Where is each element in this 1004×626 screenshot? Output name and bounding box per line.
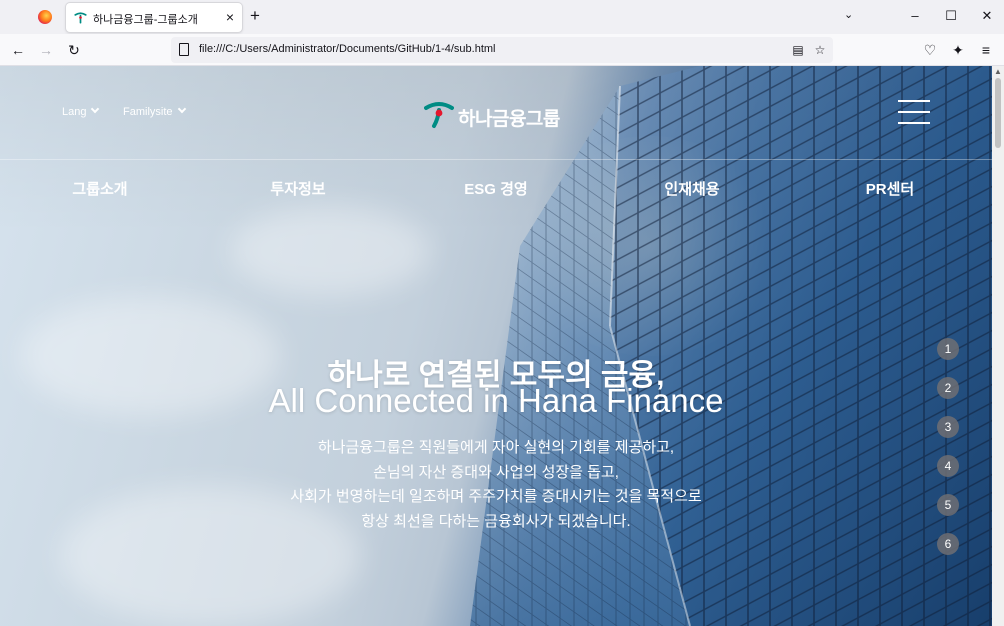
logo-text: 하나금융그룹 — [458, 109, 560, 130]
pager-dot-3[interactable]: 3 — [937, 416, 959, 438]
reader-view-icon[interactable]: ▤ — [789, 41, 807, 59]
lang-dropdown[interactable]: Lang — [62, 104, 100, 118]
familysite-dropdown[interactable]: Familysite — [123, 104, 186, 118]
scroll-up-arrow-icon[interactable]: ▲ — [994, 67, 1002, 76]
tab-close-icon[interactable]: × — [226, 9, 234, 25]
global-nav: 그룹소개 투자정보 ESG 경영 인재채용 PR센터 — [0, 178, 992, 202]
extensions-icon[interactable]: ✦ — [948, 40, 968, 60]
lang-label: Lang — [62, 106, 87, 118]
chevron-down-icon — [177, 104, 186, 114]
familysite-label: Familysite — [123, 106, 173, 118]
hero-description: 하나금융그룹은 직원들에게 자아 실현의 기회를 제공하고, 손님의 자산 증대… — [216, 436, 776, 534]
reload-icon[interactable]: ↻ — [64, 40, 84, 60]
browser-tab-bar: 하나금융그룹-그룹소개 × + ⌄ – ☐ ✕ — [0, 0, 1004, 34]
minimize-button[interactable]: – — [904, 6, 926, 26]
hero-description-line: 사회가 번영하는데 일조하며 주주가치를 증대시키는 것을 목적으로 — [290, 488, 702, 505]
hero-description-line: 손님의 자산 증대와 사업의 성장을 돕고, — [373, 463, 619, 481]
url-text[interactable]: file:///C:/Users/Administrator/Documents… — [199, 43, 495, 55]
maximize-button[interactable]: ☐ — [940, 6, 962, 26]
tab-title: 하나금융그룹-그룹소개 — [93, 14, 198, 26]
pocket-icon[interactable]: ♡ — [920, 40, 940, 60]
pager-dot-2[interactable]: 2 — [937, 377, 959, 399]
pager-dot-4[interactable]: 4 — [937, 455, 959, 477]
tab-list-chevron-icon[interactable]: ⌄ — [844, 8, 853, 21]
firefox-icon[interactable] — [38, 10, 52, 24]
hero-title-english: All Connected in Hana Finance — [268, 382, 724, 419]
hana-logo-icon — [424, 102, 454, 128]
hana-favicon-icon — [74, 12, 87, 24]
hero-description-line: 하나금융그룹은 직원들에게 자아 실현의 기회를 제공하고, — [317, 439, 675, 456]
gnb-item-investor-relations[interactable]: 투자정보 — [270, 178, 325, 199]
pager-dot-1[interactable]: 1 — [937, 338, 959, 360]
browser-tab-active[interactable]: 하나금융그룹-그룹소개 × — [66, 3, 242, 32]
close-window-button[interactable]: ✕ — [976, 6, 998, 26]
back-arrow-icon[interactable]: ← — [8, 40, 28, 60]
hamburger-menu-icon[interactable] — [898, 100, 930, 126]
gnb-item-group-intro[interactable]: 그룹소개 — [72, 178, 127, 199]
page-icon — [179, 43, 189, 56]
gnb-item-careers[interactable]: 인재채용 — [664, 178, 719, 199]
scrollbar-thumb[interactable] — [995, 78, 1001, 148]
browser-nav-bar: ← → ↻ file:///C:/Users/Administrator/Doc… — [0, 34, 1004, 66]
hero-description-line: 항상 최선을 다하는 금융회사가 되겠습니다. — [361, 512, 631, 530]
site-header: Lang Familysite 하나금융그룹 — [0, 66, 992, 160]
pager-dot-5[interactable]: 5 — [937, 494, 959, 516]
gnb-item-esg[interactable]: ESG 경영 — [464, 178, 527, 199]
bookmark-star-icon[interactable]: ☆ — [811, 41, 829, 59]
gnb-item-pr-center[interactable]: PR센터 — [866, 178, 914, 199]
page-viewport: Lang Familysite 하나금융그룹 그룹소개 투자정보 ESG 경영 … — [0, 66, 992, 626]
app-menu-icon[interactable]: ≡ — [976, 40, 996, 60]
forward-arrow-icon[interactable]: → — [36, 40, 56, 60]
url-bar[interactable]: file:///C:/Users/Administrator/Documents… — [171, 37, 833, 63]
page-scrollbar[interactable]: ▲ — [992, 66, 1004, 626]
new-tab-button[interactable]: + — [250, 7, 260, 25]
pager-dot-6[interactable]: 6 — [937, 533, 959, 555]
chevron-down-icon — [91, 104, 100, 114]
